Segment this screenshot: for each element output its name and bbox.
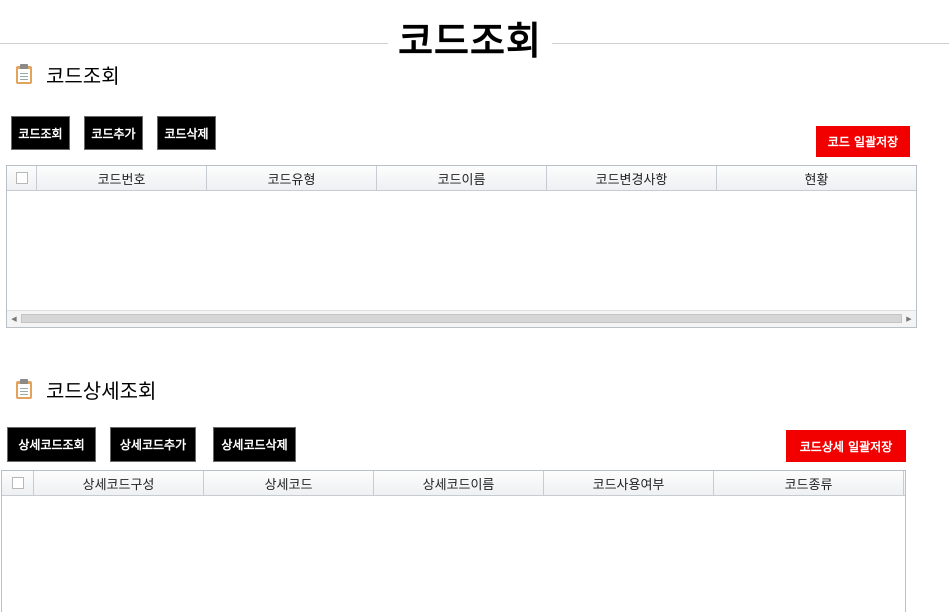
clipboard-icon bbox=[16, 64, 32, 84]
detail-grid: 상세코드구성 상세코드 상세코드이름 코드사용여부 코드종류 bbox=[1, 470, 906, 612]
scrollbar-thumb[interactable] bbox=[21, 314, 902, 323]
code-delete-button[interactable]: 코드삭제 bbox=[157, 116, 216, 150]
code-grid-hscrollbar[interactable]: ◀ ▶ bbox=[7, 310, 916, 327]
column-header[interactable]: 코드번호 bbox=[37, 166, 207, 190]
detail-section-title: 코드상세조회 bbox=[46, 378, 157, 403]
select-all-checkbox[interactable] bbox=[7, 166, 37, 190]
detail-search-button[interactable]: 상세코드조회 bbox=[7, 427, 96, 462]
scroll-right-arrow-icon[interactable]: ▶ bbox=[902, 311, 916, 327]
code-grid-header: 코드번호 코드유형 코드이름 코드변경사항 현황 bbox=[7, 166, 916, 191]
column-header[interactable]: 코드이름 bbox=[377, 166, 547, 190]
code-search-button[interactable]: 코드조회 bbox=[11, 116, 70, 150]
column-header[interactable]: 상세코드이름 bbox=[374, 471, 544, 495]
detail-add-button[interactable]: 상세코드추가 bbox=[110, 427, 196, 462]
select-all-checkbox[interactable] bbox=[2, 471, 34, 495]
code-grid: 코드번호 코드유형 코드이름 코드변경사항 현황 ◀ ▶ bbox=[6, 165, 917, 328]
clipboard-icon bbox=[16, 379, 32, 399]
column-header[interactable]: 코드사용여부 bbox=[544, 471, 714, 495]
code-section-header: 코드조회 bbox=[16, 61, 120, 88]
code-section-title: 코드조회 bbox=[46, 63, 120, 88]
detail-delete-button[interactable]: 상세코드삭제 bbox=[213, 427, 296, 462]
column-header[interactable]: 상세코드 bbox=[204, 471, 374, 495]
detail-section-header: 코드상세조회 bbox=[16, 376, 157, 403]
column-header[interactable]: 상세코드구성 bbox=[34, 471, 204, 495]
detail-save-all-button[interactable]: 코드상세 일괄저장 bbox=[786, 430, 906, 462]
column-header[interactable]: 코드유형 bbox=[207, 166, 377, 190]
column-header[interactable]: 코드변경사항 bbox=[547, 166, 717, 190]
column-header[interactable]: 코드종류 bbox=[714, 471, 904, 495]
detail-grid-header: 상세코드구성 상세코드 상세코드이름 코드사용여부 코드종류 bbox=[2, 471, 905, 496]
code-save-all-button[interactable]: 코드 일괄저장 bbox=[816, 126, 910, 157]
scroll-left-arrow-icon[interactable]: ◀ bbox=[7, 311, 21, 327]
code-add-button[interactable]: 코드추가 bbox=[84, 116, 143, 150]
page-title: 코드조회 bbox=[388, 16, 552, 66]
column-header[interactable]: 현황 bbox=[717, 166, 916, 190]
